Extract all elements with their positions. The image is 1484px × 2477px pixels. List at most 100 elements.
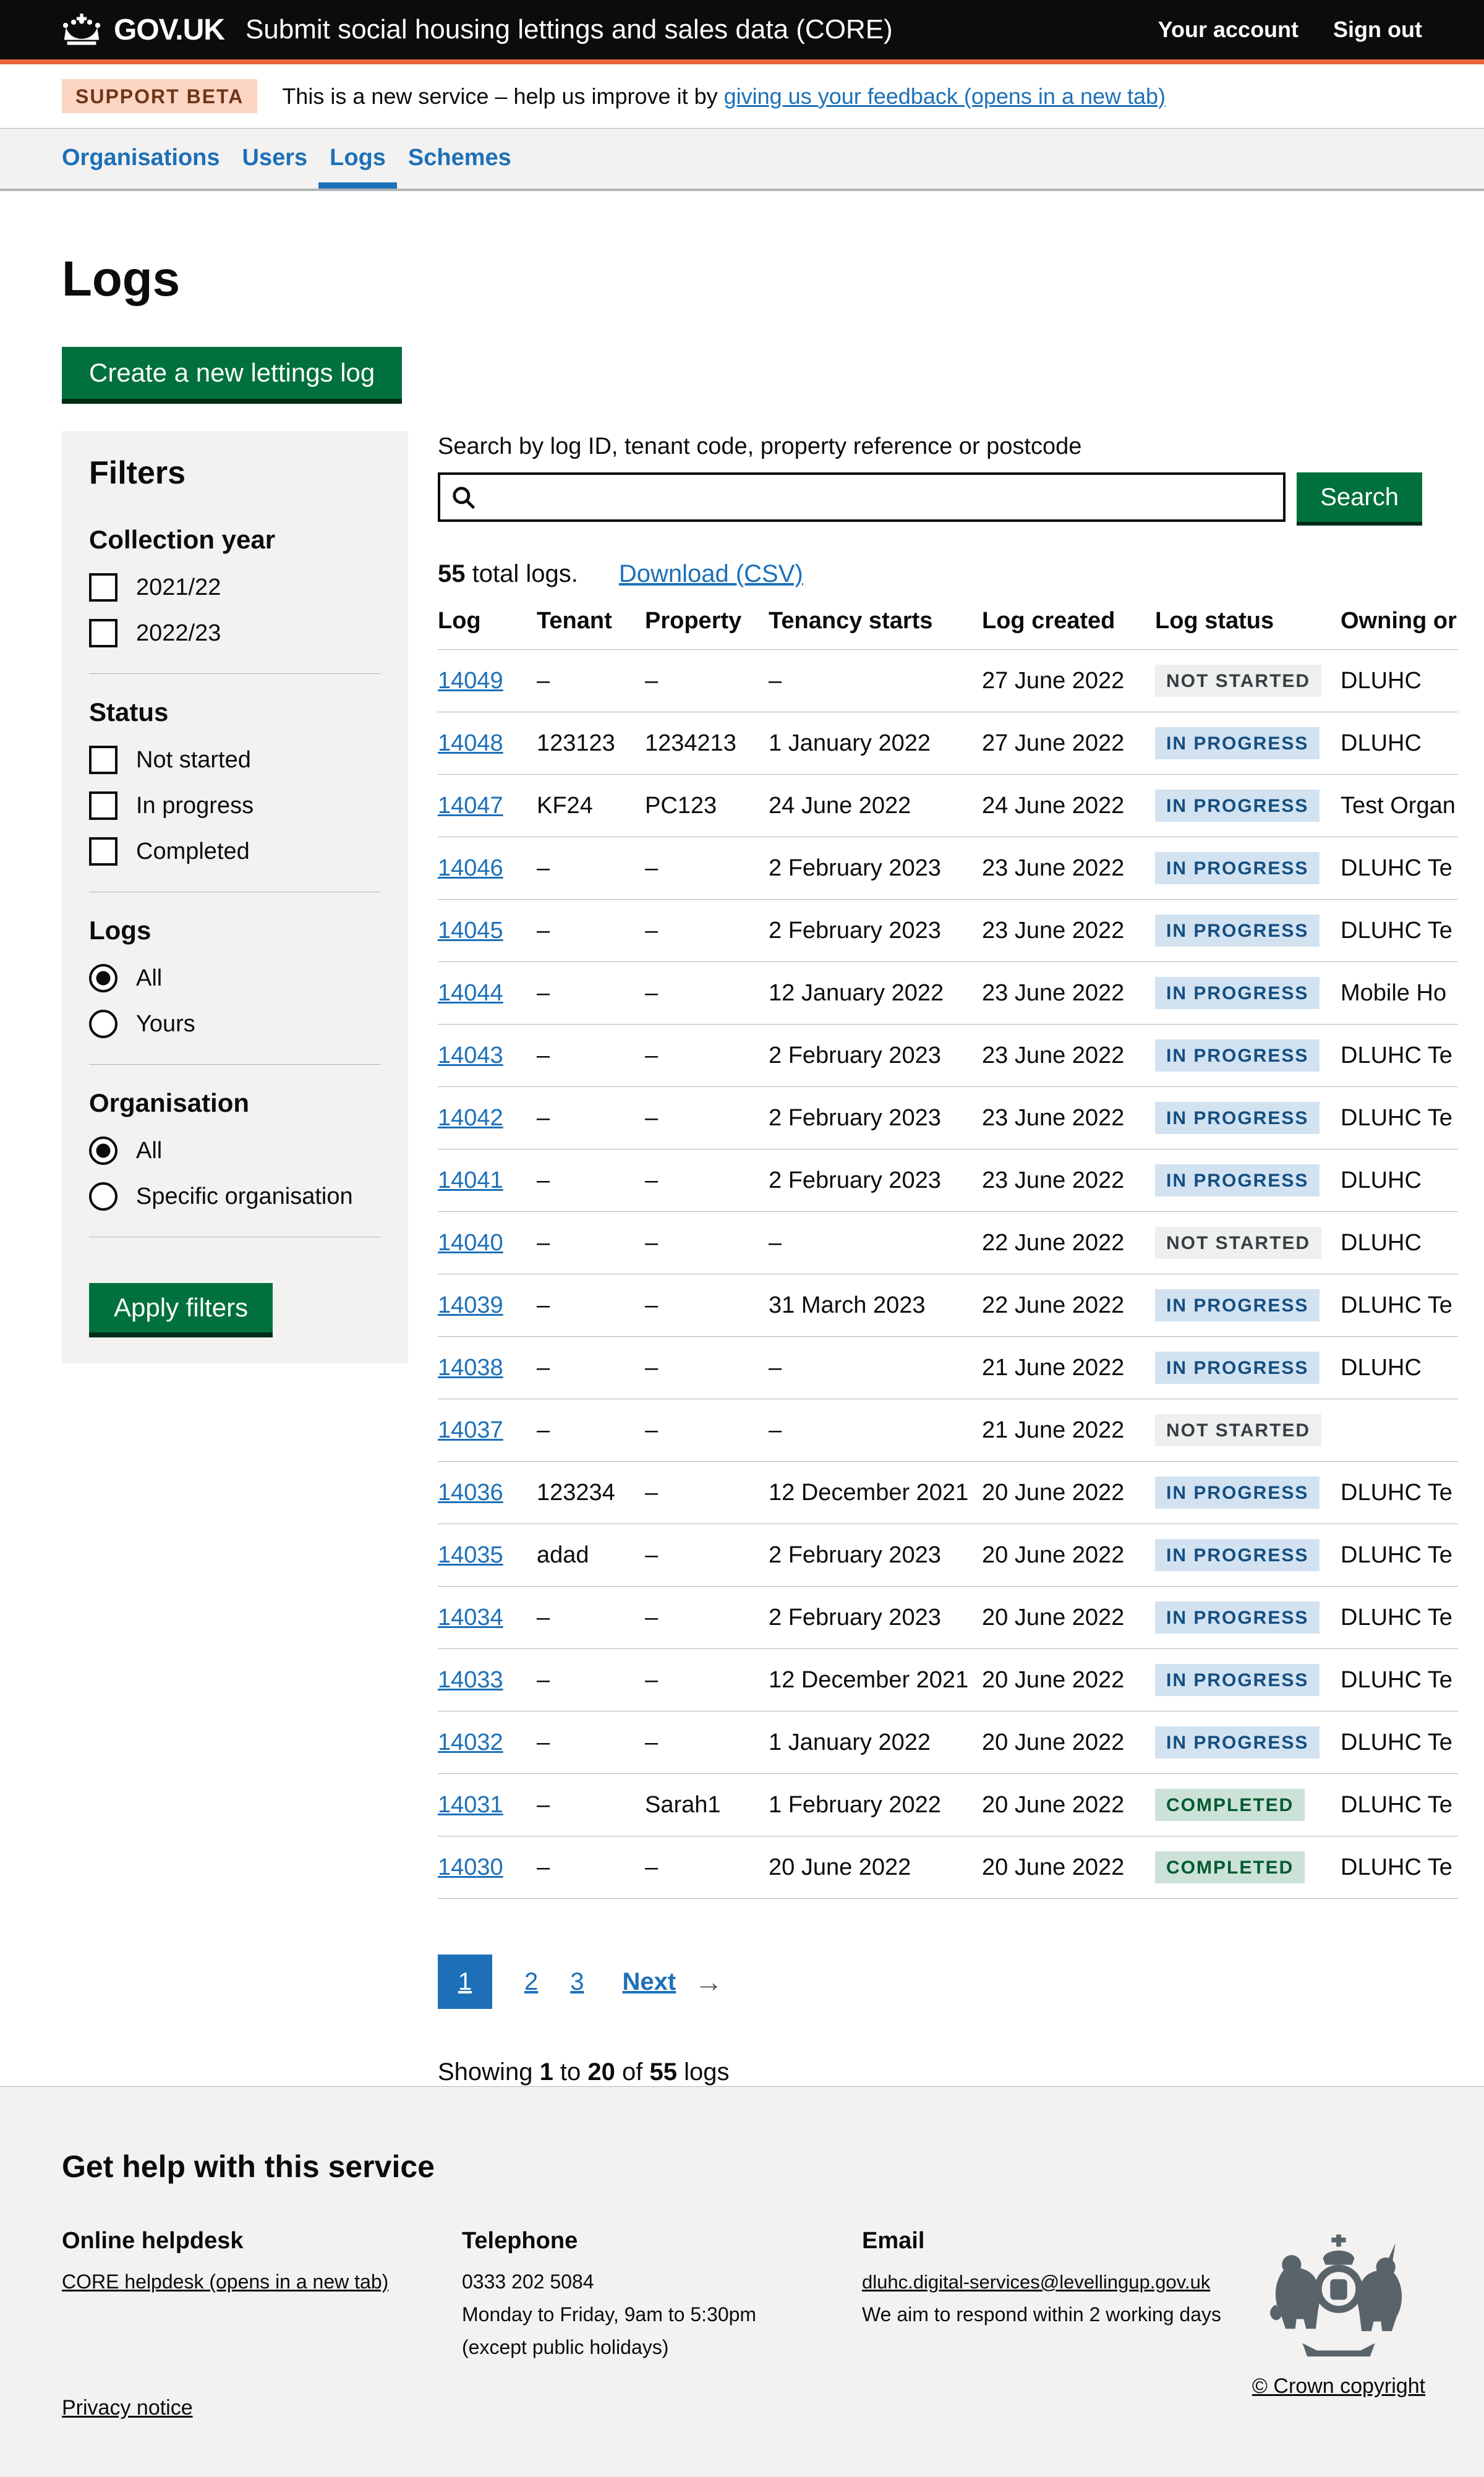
download-csv-link[interactable]: Download (CSV) [619,560,803,587]
log-link-14031[interactable]: 14031 [438,1792,503,1818]
results-section: Search by log ID, tenant code, property … [438,431,1422,2086]
log-status-cell: IN PROGRESS [1155,1274,1341,1337]
crown-icon [62,14,101,46]
filters-panel: Filters Collection year 2021/222022/23 S… [62,431,408,1363]
table-row: 14039––31 March 202322 June 2022IN PROGR… [438,1274,1458,1337]
status-badge: IN PROGRESS [1155,1352,1320,1384]
log-link-14044[interactable]: 14044 [438,980,503,1006]
checkbox-in-progress[interactable] [89,791,117,820]
log-id-cell: 14033 [438,1649,537,1712]
checkbox-completed[interactable] [89,837,117,866]
col-log-status: Log status [1155,593,1341,650]
table-row: 1404812312312342131 January 202227 June … [438,712,1458,775]
log-status-cell: IN PROGRESS [1155,712,1341,775]
tenant-cell: – [537,1587,645,1649]
checkbox-2022-23[interactable] [89,619,117,647]
search-input[interactable] [440,475,1283,519]
property-cell: – [645,962,769,1025]
log-link-14040[interactable]: 14040 [438,1230,503,1256]
log-id-cell: 14036 [438,1462,537,1524]
log-link-14039[interactable]: 14039 [438,1292,503,1318]
feedback-link[interactable]: giving us your feedback (opens in a new … [724,83,1166,109]
page-title: Logs [62,250,1422,307]
create-lettings-log-button[interactable]: Create a new lettings log [62,347,402,399]
checkbox-2021-22[interactable] [89,573,117,602]
owning-organisation-cell: DLUHC [1341,1149,1458,1212]
owning-organisation-cell: DLUHC Te [1341,1712,1458,1774]
status-badge: IN PROGRESS [1155,1039,1320,1072]
log-link-14043[interactable]: 14043 [438,1042,503,1068]
property-cell: – [645,1399,769,1462]
showing-summary: Showing 1 to 20 of 55 logs [438,2058,1422,2086]
log-status-cell: IN PROGRESS [1155,1712,1341,1774]
tab-logs[interactable]: Logs [318,129,397,189]
log-status-cell: NOT STARTED [1155,1212,1341,1274]
log-link-14048[interactable]: 14048 [438,730,503,756]
your-account-link[interactable]: Your account [1158,17,1298,43]
tenant-cell: KF24 [537,775,645,837]
status-badge: IN PROGRESS [1155,852,1320,884]
crown-copyright-link[interactable]: © Crown copyright [1252,2374,1425,2398]
next-page-link[interactable]: Next [623,1968,676,1996]
service-name[interactable]: Submit social housing lettings and sales… [245,14,893,45]
radio-all[interactable] [89,964,117,992]
tenancy-starts-cell: 1 February 2022 [769,1774,982,1836]
tenant-cell: – [537,962,645,1025]
log-link-14032[interactable]: 14032 [438,1729,503,1755]
log-link-14030[interactable]: 14030 [438,1854,503,1880]
total-logs-count: 55 [438,560,466,587]
email-link[interactable]: dluhc.digital-services@levellingup.gov.u… [862,2271,1210,2293]
radio-yours[interactable] [89,1010,117,1038]
log-status-cell: IN PROGRESS [1155,1649,1341,1712]
log-link-14041[interactable]: 14041 [438,1167,503,1193]
search-button[interactable]: Search [1297,472,1422,522]
log-link-14038[interactable]: 14038 [438,1355,503,1381]
log-link-14035[interactable]: 14035 [438,1542,503,1568]
status-badge: COMPLETED [1155,1851,1305,1883]
status-badge: COMPLETED [1155,1789,1305,1821]
log-link-14037[interactable]: 14037 [438,1417,503,1443]
govuk-logotype[interactable]: GOV.UK [114,13,224,47]
log-link-14036[interactable]: 14036 [438,1480,503,1506]
log-link-14045[interactable]: 14045 [438,918,503,944]
tab-schemes[interactable]: Schemes [397,129,522,189]
checkbox-not-started[interactable] [89,746,117,774]
status-badge: IN PROGRESS [1155,977,1320,1009]
showing-prefix: Showing [438,2058,540,2086]
page-1-current[interactable]: 1 [438,1955,492,2009]
page-2-link[interactable]: 2 [524,1968,538,1996]
radio-specific-organisation[interactable] [89,1182,117,1211]
log-link-14033[interactable]: 14033 [438,1667,503,1693]
col-owning-or: Owning or [1341,593,1458,650]
log-link-14047[interactable]: 14047 [438,793,503,819]
log-created-cell: 20 June 2022 [982,1836,1155,1899]
tab-organisations[interactable]: Organisations [51,129,231,189]
tenancy-starts-cell: 2 February 2023 [769,1524,982,1587]
footer-heading: Get help with this service [62,2149,1422,2185]
log-link-14042[interactable]: 14042 [438,1105,503,1131]
checkbox-row-2022-23: 2022/23 [89,619,381,647]
tab-users[interactable]: Users [231,129,319,189]
radio-all[interactable] [89,1136,117,1165]
property-cell: – [645,1149,769,1212]
status-badge: IN PROGRESS [1155,914,1320,947]
sign-out-link[interactable]: Sign out [1333,17,1422,43]
log-id-cell: 14030 [438,1836,537,1899]
table-row: 14030––20 June 202220 June 2022COMPLETED… [438,1836,1458,1899]
log-status-cell: NOT STARTED [1155,650,1341,712]
crest-column: © Crown copyright [1249,2232,1428,2398]
log-link-14046[interactable]: 14046 [438,855,503,881]
tenancy-starts-cell: – [769,650,982,712]
apply-filters-button[interactable]: Apply filters [89,1283,273,1332]
col-tenant: Tenant [537,593,645,650]
helpdesk-heading: Online helpdesk [62,2228,437,2254]
log-link-14049[interactable]: 14049 [438,668,503,694]
owning-organisation-cell: Mobile Ho [1341,962,1458,1025]
tenant-cell: – [537,1649,645,1712]
core-helpdesk-link[interactable]: CORE helpdesk (opens in a new tab) [62,2270,388,2293]
log-link-14034[interactable]: 14034 [438,1605,503,1631]
tenancy-starts-cell: 1 January 2022 [769,712,982,775]
log-id-cell: 14047 [438,775,537,837]
page-3-link[interactable]: 3 [570,1968,584,1996]
privacy-notice-link[interactable]: Privacy notice [62,2396,193,2420]
